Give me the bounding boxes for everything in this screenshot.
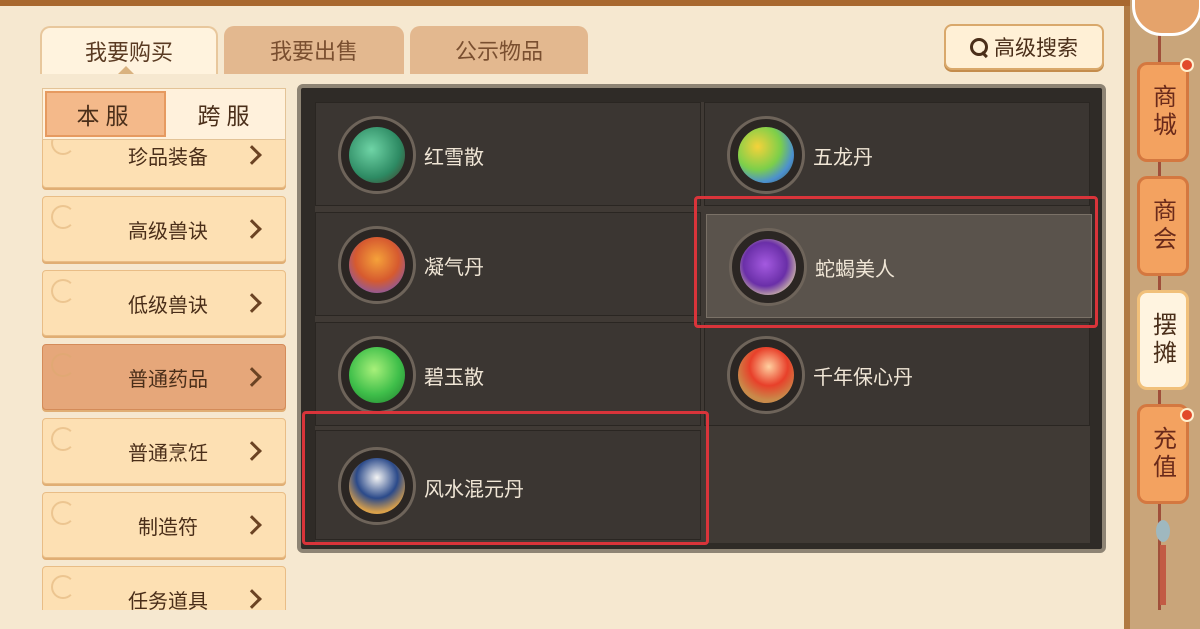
item-slot-highlighted[interactable]: 蛇蝎美人 bbox=[706, 214, 1092, 318]
item-name: 五龙丹 bbox=[813, 145, 873, 169]
item-icon-frame bbox=[727, 116, 805, 194]
chevron-right-icon bbox=[242, 589, 262, 609]
swirl-ornament-icon bbox=[51, 501, 75, 525]
swirl-ornament-icon bbox=[51, 279, 75, 303]
chevron-right-icon bbox=[242, 219, 262, 239]
item-slot[interactable]: 五龙丹 bbox=[704, 102, 1090, 206]
category-label: 高级兽诀 bbox=[128, 218, 208, 243]
jade-powder-icon bbox=[349, 347, 405, 403]
tab-public-items[interactable]: 公示物品 bbox=[410, 26, 588, 74]
item-icon-frame bbox=[727, 336, 805, 414]
item-name: 碧玉散 bbox=[424, 365, 484, 389]
swirl-ornament-icon bbox=[51, 353, 75, 377]
millennium-heart-pill-icon bbox=[738, 347, 794, 403]
tab-indicator-icon bbox=[118, 66, 134, 74]
tassel-icon bbox=[1160, 545, 1166, 605]
server-toggle: 本服 跨服 bbox=[42, 88, 286, 140]
item-slot[interactable]: 凝气丹 bbox=[315, 212, 701, 316]
category-label: 低级兽诀 bbox=[128, 292, 208, 317]
jade-pendant-icon bbox=[1156, 520, 1170, 542]
swirl-ornament-icon bbox=[51, 205, 75, 229]
item-name: 风水混元丹 bbox=[424, 477, 524, 501]
chevron-right-icon bbox=[242, 293, 262, 313]
item-slot[interactable]: 红雪散 bbox=[315, 102, 701, 206]
category-item-advanced-skill-book[interactable]: 高级兽诀 bbox=[42, 196, 286, 262]
category-item-crafting-talisman[interactable]: 制造符 bbox=[42, 492, 286, 558]
item-grid: 红雪散 五龙丹 凝气丹 蛇蝎美人 碧玉散 千年保心丹 风水混元丹 bbox=[315, 102, 1092, 543]
chevron-right-icon bbox=[242, 145, 262, 165]
category-item-rare-equipment[interactable]: 珍品装备 bbox=[42, 140, 286, 188]
category-list[interactable]: 珍品装备 高级兽诀 低级兽诀 普通药品 普通烹饪 制造符 任务道具 bbox=[40, 140, 290, 610]
item-icon-frame bbox=[338, 116, 416, 194]
fengshui-hunyuan-pill-icon bbox=[349, 458, 405, 514]
advanced-search-label: 高级搜索 bbox=[994, 36, 1078, 60]
condensed-qi-pill-icon bbox=[349, 237, 405, 293]
category-item-common-medicine[interactable]: 普通药品 bbox=[42, 344, 286, 410]
server-option-local[interactable]: 本服 bbox=[45, 91, 166, 137]
item-icon-frame bbox=[338, 226, 416, 304]
category-item-common-cooking[interactable]: 普通烹饪 bbox=[42, 418, 286, 484]
swirl-ornament-icon bbox=[51, 140, 75, 155]
category-label: 普通烹饪 bbox=[128, 440, 208, 465]
chevron-right-icon bbox=[242, 441, 262, 461]
notification-dot-icon bbox=[1180, 58, 1194, 72]
item-name: 红雪散 bbox=[424, 145, 484, 169]
tab-sell[interactable]: 我要出售 bbox=[224, 26, 404, 74]
item-slot[interactable]: 千年保心丹 bbox=[704, 322, 1090, 426]
search-icon bbox=[970, 38, 988, 56]
category-label: 制造符 bbox=[138, 514, 198, 539]
side-tab-mall[interactable]: 商城 bbox=[1137, 62, 1189, 162]
server-option-cross[interactable]: 跨服 bbox=[168, 89, 285, 139]
category-label: 珍品装备 bbox=[128, 144, 208, 169]
side-tab-stall[interactable]: 摆摊 bbox=[1137, 290, 1189, 390]
category-item-quest-items[interactable]: 任务道具 bbox=[42, 566, 286, 610]
category-label: 普通药品 bbox=[128, 366, 208, 391]
item-name: 蛇蝎美人 bbox=[815, 257, 895, 281]
item-icon-frame bbox=[338, 447, 416, 525]
five-dragon-pill-icon bbox=[738, 127, 794, 183]
item-name: 千年保心丹 bbox=[813, 365, 913, 389]
item-grid-panel: 红雪散 五龙丹 凝气丹 蛇蝎美人 碧玉散 千年保心丹 风水混元丹 bbox=[297, 84, 1106, 553]
item-icon-frame bbox=[729, 228, 807, 306]
trade-window: 我要购买 我要出售 公示物品 高级搜索 本服 跨服 珍品装备 高级兽诀 低级兽诀… bbox=[0, 0, 1130, 629]
chevron-right-icon bbox=[242, 367, 262, 387]
item-slot[interactable]: 风水混元丹 bbox=[315, 430, 701, 540]
item-icon-frame bbox=[338, 336, 416, 414]
item-slot[interactable]: 碧玉散 bbox=[315, 322, 701, 426]
chevron-right-icon bbox=[242, 515, 262, 535]
red-snow-powder-icon bbox=[349, 127, 405, 183]
notification-dot-icon bbox=[1180, 408, 1194, 422]
category-item-basic-skill-book[interactable]: 低级兽诀 bbox=[42, 270, 286, 336]
advanced-search-button[interactable]: 高级搜索 bbox=[944, 24, 1104, 70]
side-tab-guild-market[interactable]: 商会 bbox=[1137, 176, 1189, 276]
swirl-ornament-icon bbox=[51, 575, 75, 599]
item-name: 凝气丹 bbox=[424, 255, 484, 279]
swirl-ornament-icon bbox=[51, 427, 75, 451]
window-top-border bbox=[0, 0, 1130, 6]
snake-scorpion-beauty-icon bbox=[740, 239, 796, 295]
category-label: 任务道具 bbox=[128, 588, 208, 611]
